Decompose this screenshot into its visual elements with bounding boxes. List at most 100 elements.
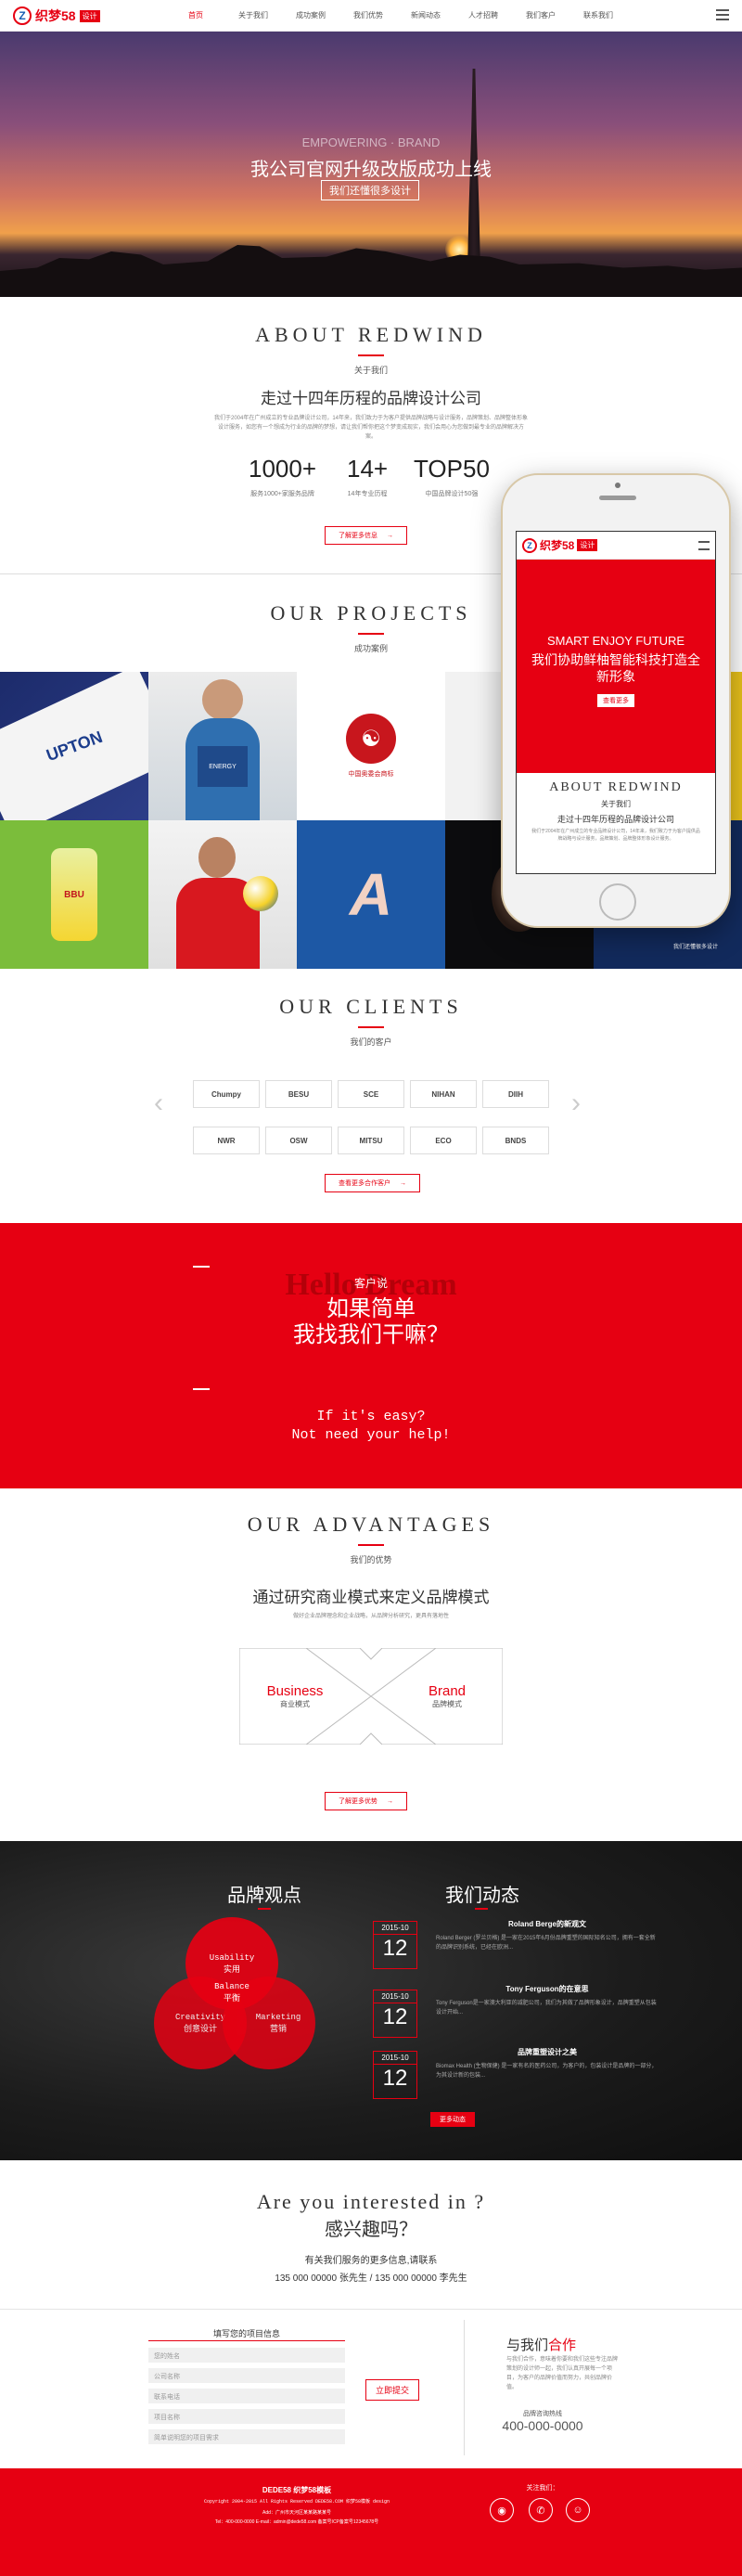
chevron-right-icon[interactable]: › xyxy=(571,1088,581,1119)
logo-text: 织梦58 xyxy=(35,8,76,23)
phone-field[interactable]: 联系电话 xyxy=(148,2389,345,2403)
circle-zh: 实用 xyxy=(223,1964,240,1974)
client-logo[interactable]: NIHAN xyxy=(410,1080,477,1108)
client-logo[interactable]: BNDS xyxy=(482,1127,549,1154)
news-item-desc: Biomax Health (生物保健) 是一家有名的医药公司，为客户的，包装设… xyxy=(436,2064,658,2079)
news-item-title[interactable]: 品牌重塑设计之美 xyxy=(436,2047,659,2057)
phone-banner-button[interactable]: 查看更多 xyxy=(597,694,634,707)
phone-banner[interactable]: SMART ENJOY FUTURE 我们协助鲜柚智能科技打造全新形象 查看更多 xyxy=(517,560,715,773)
nav-home[interactable]: 首页 xyxy=(167,0,224,32)
business-block: Business 商业模式 xyxy=(239,1683,351,1709)
about-desc: 我们于2004年在广州成立的专业品牌设计公司，14年来，我们致力于为客户提供品牌… xyxy=(213,416,529,440)
brand-en: Brand xyxy=(428,1683,467,1699)
nav-about[interactable]: 关于我们 xyxy=(224,0,282,32)
wechat-icon[interactable]: ✆ xyxy=(529,2498,553,2522)
nav-contact[interactable]: 联系我们 xyxy=(569,0,627,32)
news-item-title[interactable]: Tony Ferguson的在意思 xyxy=(436,1984,659,1994)
client-logo[interactable]: ECO xyxy=(410,1127,477,1154)
hero-banner[interactable]: EMPOWERING · BRAND 我公司官网升级改版成功上线 我们还懂很多设… xyxy=(0,32,742,297)
company-field[interactable]: 公司名称 xyxy=(148,2368,345,2383)
footer-line4: Tel：400-000-0000 E-mail：admin@dede58.com… xyxy=(214,2519,379,2525)
client-logo[interactable]: Chumpy xyxy=(193,1080,260,1108)
news-month: 2015-10 xyxy=(374,2052,416,2065)
logo-mark: Z xyxy=(13,6,32,25)
qq-icon[interactable]: ☺ xyxy=(566,2498,590,2522)
cooperate-desc: 与我们合作，意味着你要和我们这些专注品牌策划的设计师一起，我们认真开展每一个项目… xyxy=(506,2357,619,2390)
project-card[interactable]: ENERGY xyxy=(148,672,297,820)
volleyball-graphic xyxy=(243,876,278,911)
logo-tag: 设计 xyxy=(79,9,100,22)
nav-clients[interactable]: 我们客户 xyxy=(512,0,569,32)
cooperate-title-a: 与我们 xyxy=(506,2338,549,2353)
weibo-icon[interactable]: ◉ xyxy=(490,2498,514,2522)
cta-en2: Not need your help! xyxy=(291,1427,451,1443)
menu-icon[interactable] xyxy=(698,540,710,550)
clients-more-button[interactable]: 查看更多合作客户 xyxy=(325,1174,420,1192)
hero-subtitle: EMPOWERING · BRAND xyxy=(301,135,441,149)
logo-mark: Z xyxy=(522,537,537,553)
about-title-en: ABOUT REDWIND xyxy=(255,323,487,346)
project-card[interactable]: A xyxy=(297,820,445,969)
business-en: Business xyxy=(266,1683,324,1699)
advantages-more-button[interactable]: 了解更多优势 xyxy=(325,1792,407,1810)
project-label: ENERGY xyxy=(198,746,248,787)
project-card[interactable]: UPTON xyxy=(0,672,148,820)
advantages-desc: 做好企业品牌理念和企业战略，从品牌分析研究，更具有落地性 xyxy=(292,1614,449,1619)
hero-tag: 我们还懂很多设计 xyxy=(321,180,419,200)
stat-value: 1000+ xyxy=(249,455,317,483)
chevron-left-icon[interactable]: ‹ xyxy=(154,1088,163,1119)
client-logo[interactable]: DIIH xyxy=(482,1080,549,1108)
stat-clients: 1000+ 服务1000+家服务品牌 xyxy=(249,455,316,500)
hotline-label: 品牌咨询热线 xyxy=(523,2411,562,2417)
project-card[interactable] xyxy=(148,820,297,969)
stat-label: 14年专业历程 xyxy=(347,491,388,497)
divider xyxy=(148,2340,345,2341)
news-item-desc: Roland Berger (罗兰贝格) 是一家在2015年6月份品牌重塑的国际… xyxy=(436,1936,656,1951)
circle-zh: 创意设计 xyxy=(183,2023,217,2033)
person-graphic xyxy=(202,679,243,720)
nav-news[interactable]: 新闻动态 xyxy=(397,0,454,32)
nav-advantages[interactable]: 我们优势 xyxy=(339,0,397,32)
stat-label: 服务1000+家服务品牌 xyxy=(250,491,314,497)
business-zh: 商业模式 xyxy=(280,1700,310,1708)
divider xyxy=(193,1388,210,1390)
nav-cases[interactable]: 成功案例 xyxy=(282,0,339,32)
follow-label: 关注我们： xyxy=(526,2485,559,2492)
main-nav: 首页 关于我们 成功案例 我们优势 新闻动态 人才招聘 我们客户 联系我们 xyxy=(167,0,627,32)
footer-line3: Add：广州市天河区某某路某某号 xyxy=(262,2510,331,2516)
client-logo[interactable]: OSW xyxy=(265,1127,332,1154)
project-label: 中国奥委会商标 xyxy=(348,771,394,778)
speaker-graphic xyxy=(599,496,636,500)
project-label: A xyxy=(349,861,393,928)
client-logo[interactable]: BESU xyxy=(265,1080,332,1108)
cta-section: Hello Dream 客户说 如果简单 我找我们干嘛？ If it's eas… xyxy=(0,1223,742,1488)
about-more-button[interactable]: 了解更多信息 xyxy=(325,526,407,545)
divider xyxy=(358,633,384,635)
logo-text: 织梦58 xyxy=(540,539,575,552)
news-more-button[interactable]: 更多动态 xyxy=(430,2112,475,2127)
client-logo[interactable]: SCE xyxy=(338,1080,404,1108)
brand-news-section: 品牌观点 Usability 实用 Creativity 创意设计 Marketin… xyxy=(0,1841,742,2160)
news-item-title[interactable]: Roland Berge的新观文 xyxy=(436,1919,659,1929)
logo-tag: 设计 xyxy=(577,539,598,551)
nav-jobs[interactable]: 人才招聘 xyxy=(454,0,512,32)
news-date: 2015-10 12 xyxy=(373,2051,417,2099)
business-brand-diagram: Business 商业模式 Brand 品牌模式 xyxy=(238,1647,504,1745)
logo[interactable]: Z 织梦58 设计 xyxy=(13,6,100,25)
requirement-field[interactable]: 简单说明您的项目需求 xyxy=(148,2429,345,2444)
submit-button[interactable]: 立即提交 xyxy=(365,2379,420,2401)
name-field[interactable]: 您的姓名 xyxy=(148,2348,345,2363)
person-graphic xyxy=(198,837,236,878)
cta-small: 客户说 xyxy=(353,1277,388,1290)
project-card[interactable]: ☯ 中国奥委会商标 xyxy=(297,672,445,820)
menu-icon[interactable] xyxy=(716,9,729,20)
client-logo[interactable]: NWR xyxy=(193,1127,260,1154)
project-field[interactable]: 项目名称 xyxy=(148,2409,345,2424)
brand-title: 品牌观点 xyxy=(227,1886,301,1906)
client-logo[interactable]: MITSU xyxy=(338,1127,404,1154)
news-month: 2015-10 xyxy=(374,1990,416,2003)
about-title-zh: 关于我们 xyxy=(353,366,388,375)
cta-line2: 我找我们干嘛？ xyxy=(293,1322,449,1347)
project-label: BBU xyxy=(51,848,97,941)
project-card[interactable]: BBU xyxy=(0,820,148,969)
